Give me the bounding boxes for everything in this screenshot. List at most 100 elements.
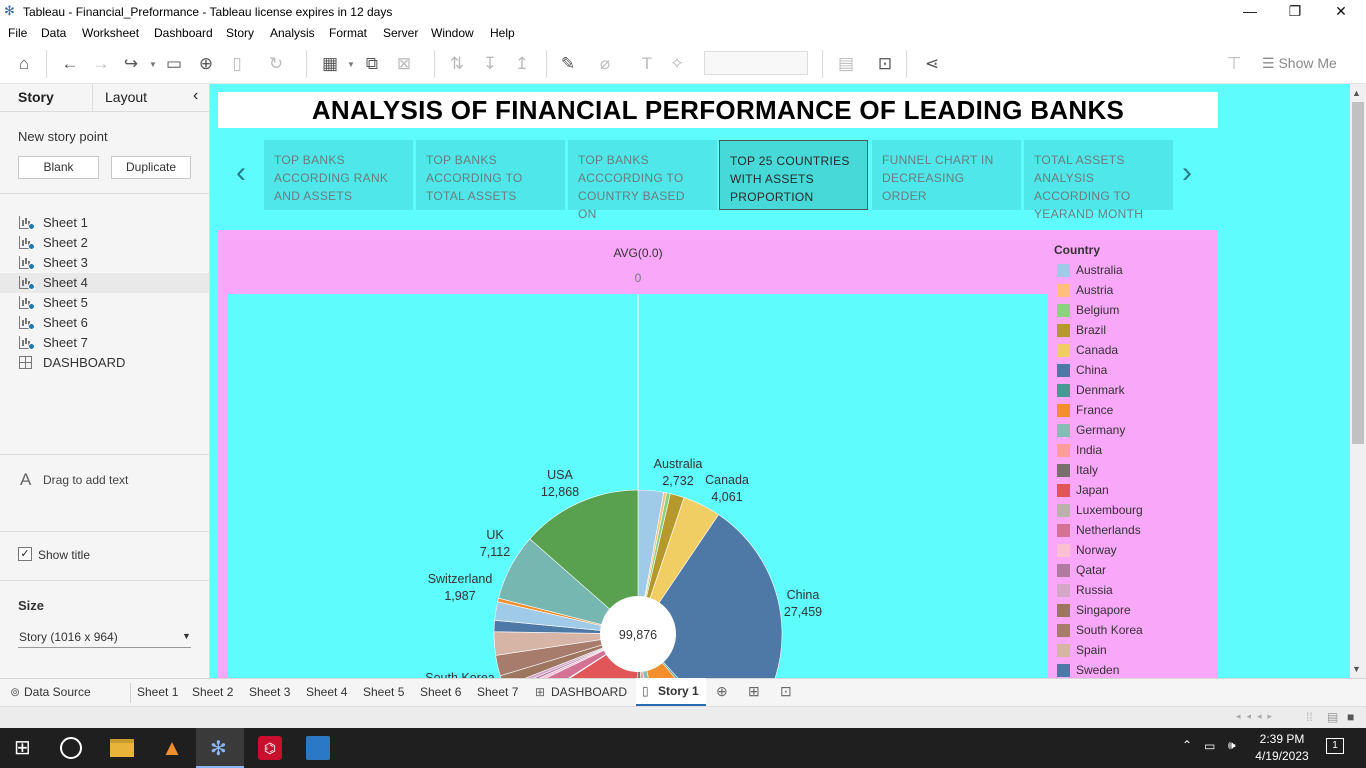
sheet-item[interactable]: Sheet 6 [0, 313, 209, 333]
pin-icon[interactable]: ✧ [665, 52, 689, 76]
sheet-item[interactable]: Sheet 4 [0, 273, 209, 293]
legend-item[interactable]: Qatar [1057, 560, 1207, 580]
legend-item[interactable]: Spain [1057, 640, 1207, 660]
menu-worksheet[interactable]: Worksheet [82, 26, 139, 40]
refresh-icon[interactable]: ↻ [264, 52, 288, 76]
tray-chevron-icon[interactable]: ⌃ [1182, 738, 1192, 752]
share-icon[interactable]: ⋖ [920, 52, 944, 76]
size-dropdown[interactable]: Story (1016 x 964) ▼ [18, 624, 191, 648]
sheet-item[interactable]: Sheet 5 [0, 293, 209, 313]
menu-format[interactable]: Format [329, 26, 367, 40]
story-point-3[interactable]: TOP BANKS ACCCORDING TO COUNTRY BASED ON [568, 140, 717, 221]
clock[interactable]: 2:39 PM 4/19/2023 [1250, 731, 1314, 765]
previous-story-point-arrow[interactable]: ‹ [236, 158, 246, 188]
list-view-icon[interactable]: ▤ [1327, 710, 1338, 724]
photos-icon[interactable] [306, 736, 330, 760]
swap-icon[interactable]: ⇅ [445, 52, 469, 76]
clear-sheet-icon[interactable]: ⊠ [392, 52, 416, 76]
show-cards-icon[interactable]: ▤ [834, 52, 858, 76]
sheet-item[interactable]: Sheet 2 [0, 233, 209, 253]
next-story-point-arrow[interactable]: › [1182, 158, 1192, 188]
scroll-down-icon[interactable]: ▼ [1352, 664, 1361, 674]
duplicate-button[interactable]: Duplicate [111, 156, 191, 179]
group-icon[interactable]: ⌀ [593, 52, 617, 76]
legend-item[interactable]: South Korea [1057, 620, 1207, 640]
scroll-up-icon[interactable]: ▲ [1352, 88, 1361, 98]
file-explorer-icon[interactable] [110, 739, 134, 757]
tab-sheet-3[interactable]: Sheet 3 [249, 685, 290, 699]
legend-item[interactable]: Italy [1057, 460, 1207, 480]
chevron-down-icon[interactable]: ▼ [149, 60, 157, 69]
tableau-taskbar-button[interactable]: ✻ [196, 728, 244, 768]
close-button[interactable]: ✕ [1318, 0, 1364, 24]
highlight-icon[interactable]: ✎ [556, 52, 580, 76]
acrobat-icon[interactable]: ⌬ [258, 736, 282, 760]
new-worksheet-tab-icon[interactable]: ⊕ [716, 683, 728, 700]
tab-layout[interactable]: Layout [105, 89, 147, 105]
legend-item[interactable]: Sweden [1057, 660, 1207, 680]
grid-view-icon[interactable]: ⁞⁞ [1306, 710, 1313, 724]
tab-sheet-5[interactable]: Sheet 5 [363, 685, 404, 699]
sheet-item[interactable]: Sheet 3 [0, 253, 209, 273]
pause-updates-icon[interactable]: ▯ [225, 52, 249, 76]
presentation-mode-icon[interactable]: ⊡ [873, 52, 897, 76]
sheet-item[interactable]: Sheet 7 [0, 333, 209, 353]
tab-data-source[interactable]: Data Source [24, 685, 91, 699]
new-data-source-icon[interactable]: ⊕ [194, 52, 218, 76]
new-dashboard-tab-icon[interactable]: ⊞ [748, 683, 760, 700]
tab-sheet-7[interactable]: Sheet 7 [477, 685, 518, 699]
legend-item[interactable]: Norway [1057, 540, 1207, 560]
menu-data[interactable]: Data [41, 26, 66, 40]
home-icon[interactable]: ⌂ [12, 52, 36, 76]
save-icon[interactable]: ▭ [162, 52, 186, 76]
scroll-thumb[interactable] [1352, 102, 1364, 444]
legend-item[interactable]: Japan [1057, 480, 1207, 500]
tab-dashboard[interactable]: DASHBOARD [551, 685, 627, 699]
menu-analysis[interactable]: Analysis [270, 26, 315, 40]
blank-button[interactable]: Blank [18, 156, 99, 179]
show-me-button[interactable]: ☰ Show Me [1262, 55, 1337, 72]
menu-dashboard[interactable]: Dashboard [154, 26, 213, 40]
menu-window[interactable]: Window [431, 26, 474, 40]
menu-help[interactable]: Help [490, 26, 515, 40]
story-point-5[interactable]: FUNNEL CHART IN DECREASING ORDER [872, 140, 1021, 210]
menu-server[interactable]: Server [383, 26, 418, 40]
duplicate-sheet-icon[interactable]: ⧉ [360, 52, 384, 76]
story-point-4-active[interactable]: TOP 25 COUNTRIES WITH ASSETS PROPORTION [719, 140, 868, 210]
notification-icon[interactable]: 1 [1326, 738, 1344, 754]
legend-item[interactable]: India [1057, 440, 1207, 460]
windows-start-icon[interactable]: ⊞ [14, 736, 38, 760]
drag-to-add-text[interactable]: Drag to add text [43, 473, 128, 487]
menu-file[interactable]: File [8, 26, 27, 40]
legend-item[interactable]: Russia [1057, 580, 1207, 600]
sort-ascending-icon[interactable]: ↧ [478, 52, 502, 76]
new-worksheet-icon[interactable]: ▦ [318, 52, 342, 76]
show-title-checkbox[interactable]: ✓ [18, 547, 32, 561]
menu-story[interactable]: Story [226, 26, 254, 40]
tab-story-active[interactable]: ▯ Story 1 [636, 678, 706, 706]
legend-item[interactable]: Austria [1057, 280, 1207, 300]
filmstrip-view-icon[interactable]: ■ [1347, 710, 1354, 724]
legend-item[interactable]: France [1057, 400, 1207, 420]
vlc-icon[interactable]: ▲ [160, 736, 184, 760]
legend-item[interactable]: Australia [1057, 260, 1207, 280]
search-icon[interactable] [60, 737, 82, 759]
legend-item[interactable]: China [1057, 360, 1207, 380]
labels-icon[interactable]: T [635, 52, 659, 76]
tab-sheet-1[interactable]: Sheet 1 [137, 685, 178, 699]
tab-sheet-6[interactable]: Sheet 6 [420, 685, 461, 699]
vertical-scrollbar[interactable]: ▲ ▼ [1350, 84, 1366, 678]
volume-icon[interactable]: 🕪 [1228, 738, 1236, 753]
sort-descending-icon[interactable]: ↥ [510, 52, 534, 76]
legend-item[interactable]: Luxembourg [1057, 500, 1207, 520]
sheet-item[interactable]: Sheet 1 [0, 213, 209, 233]
legend-item[interactable]: Belgium [1057, 300, 1207, 320]
replay-icon[interactable]: ↪ [119, 52, 143, 76]
undo-icon[interactable]: ← [58, 52, 82, 76]
legend-item[interactable]: Denmark [1057, 380, 1207, 400]
restore-button[interactable]: ❐ [1272, 0, 1318, 24]
chevron-down-icon[interactable]: ▼ [347, 60, 355, 69]
pie-chart[interactable]: Australia 2,732 Canada 4,061 China 27,459 Swit… [228, 294, 1048, 678]
story-point-1[interactable]: TOP BANKS ACCORDING RANK AND ASSETS [264, 140, 413, 210]
tab-sheet-4[interactable]: Sheet 4 [306, 685, 347, 699]
